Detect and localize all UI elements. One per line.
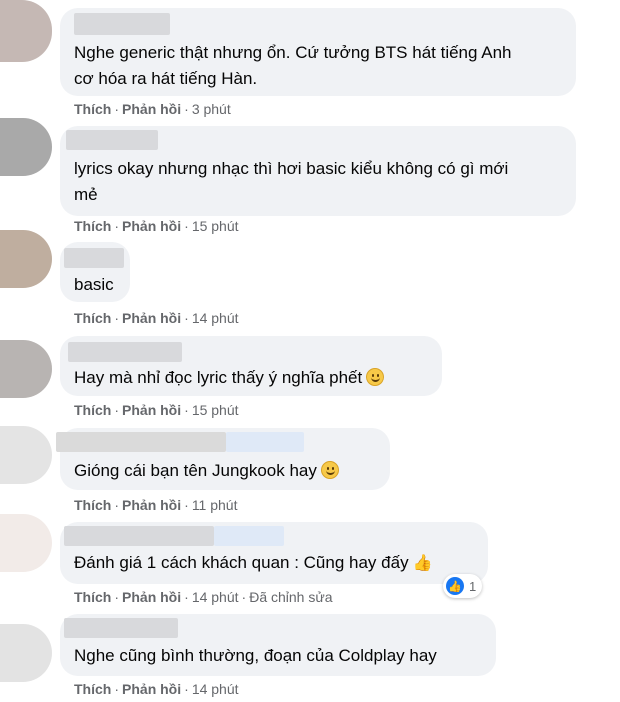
reply-button[interactable]: Phản hồi [122,402,181,418]
reply-button[interactable]: Phản hồi [122,497,181,513]
author-name-extra [214,526,284,546]
comment-text-line2: mẻ [74,185,98,204]
avatar[interactable] [0,624,52,682]
avatar[interactable] [0,514,52,572]
comment-actions: Thích · Phản hồi · 14 phút · Đã chỉnh sửa [74,589,333,605]
reply-button[interactable]: Phản hồi [122,310,181,326]
author-name[interactable] [64,248,124,268]
author-name[interactable] [74,13,170,35]
edited-label[interactable]: Đã chỉnh sửa [249,589,332,605]
like-button[interactable]: Thích [74,310,111,326]
comment-actions: Thích · Phản hồi · 15 phút [74,402,239,418]
timestamp[interactable]: 14 phút [192,681,239,697]
thumbs-up-emoji-icon: 👍 [412,555,433,572]
timestamp[interactable]: 14 phút [192,310,239,326]
comment-bubble: Đánh giá 1 cách khách quan : Cũng hay đấ… [60,522,488,584]
reply-button[interactable]: Phản hồi [122,589,181,605]
reply-button[interactable]: Phản hồi [122,101,181,117]
author-name[interactable] [66,130,158,150]
like-button[interactable]: Thích [74,497,111,513]
comment-text: Nghe cũng bình thường, đoạn của Coldplay… [74,646,437,665]
avatar[interactable] [0,426,52,484]
like-button[interactable]: Thích [74,101,111,117]
author-name[interactable] [64,618,178,638]
comment-text: Nghe generic thật nhưng ổn. Cứ tưởng BTS… [74,43,512,62]
comment-text: Đánh giá 1 cách khách quan : Cũng hay đấ… [74,550,433,577]
reply-button[interactable]: Phản hồi [122,681,181,697]
reply-button[interactable]: Phản hồi [122,218,181,234]
like-button[interactable]: Thích [74,589,111,605]
comment-text: Gióng cái bạn tên Jungkook hay [74,458,339,484]
timestamp[interactable]: 3 phút [192,101,231,117]
smile-emoji-icon [320,461,339,479]
author-name[interactable] [68,342,182,362]
comment-actions: Thích · Phản hồi · 3 phút [74,101,231,117]
comment-bubble: Nghe cũng bình thường, đoạn của Coldplay… [60,614,496,676]
comment-text-line2: cơ hóa ra hát tiếng Hàn. [74,69,258,88]
timestamp[interactable]: 15 phút [192,218,239,234]
comment-bubble: Nghe generic thật nhưng ổn. Cứ tưởng BTS… [60,8,576,96]
timestamp[interactable]: 14 phút [192,589,239,605]
like-icon: 👍 [446,577,464,595]
comment-actions: Thích · Phản hồi · 14 phút [74,681,239,697]
reaction-count: 1 [469,578,477,594]
smile-emoji-icon [366,368,385,386]
comment-bubble: Gióng cái bạn tên Jungkook hay [56,428,390,490]
comment-text: basic [74,275,114,294]
like-button[interactable]: Thích [74,218,111,234]
comment-actions: Thích · Phản hồi · 11 phút [74,497,238,513]
reaction-summary[interactable]: 👍 1 [443,574,483,598]
author-name-extra [226,432,304,452]
avatar[interactable] [0,230,52,288]
comment-actions: Thích · Phản hồi · 15 phút [74,218,239,234]
like-button[interactable]: Thích [74,681,111,697]
comment-text: Hay mà nhỉ đọc lyric thấy ý nghĩa phết [74,365,385,391]
avatar[interactable] [0,0,52,62]
author-name[interactable] [56,432,226,452]
comment-actions: Thích · Phản hồi · 14 phút [74,310,239,326]
comment-bubble: Hay mà nhỉ đọc lyric thấy ý nghĩa phết [60,336,442,396]
comment-bubble: lyrics okay nhưng nhạc thì hơi basic kiể… [60,126,576,216]
timestamp[interactable]: 11 phút [192,497,238,513]
author-name[interactable] [64,526,214,546]
comment-text: lyrics okay nhưng nhạc thì hơi basic kiể… [74,159,509,178]
avatar[interactable] [0,340,52,398]
avatar[interactable] [0,118,52,176]
timestamp[interactable]: 15 phút [192,402,239,418]
like-button[interactable]: Thích [74,402,111,418]
comment-bubble: basic [60,242,130,302]
